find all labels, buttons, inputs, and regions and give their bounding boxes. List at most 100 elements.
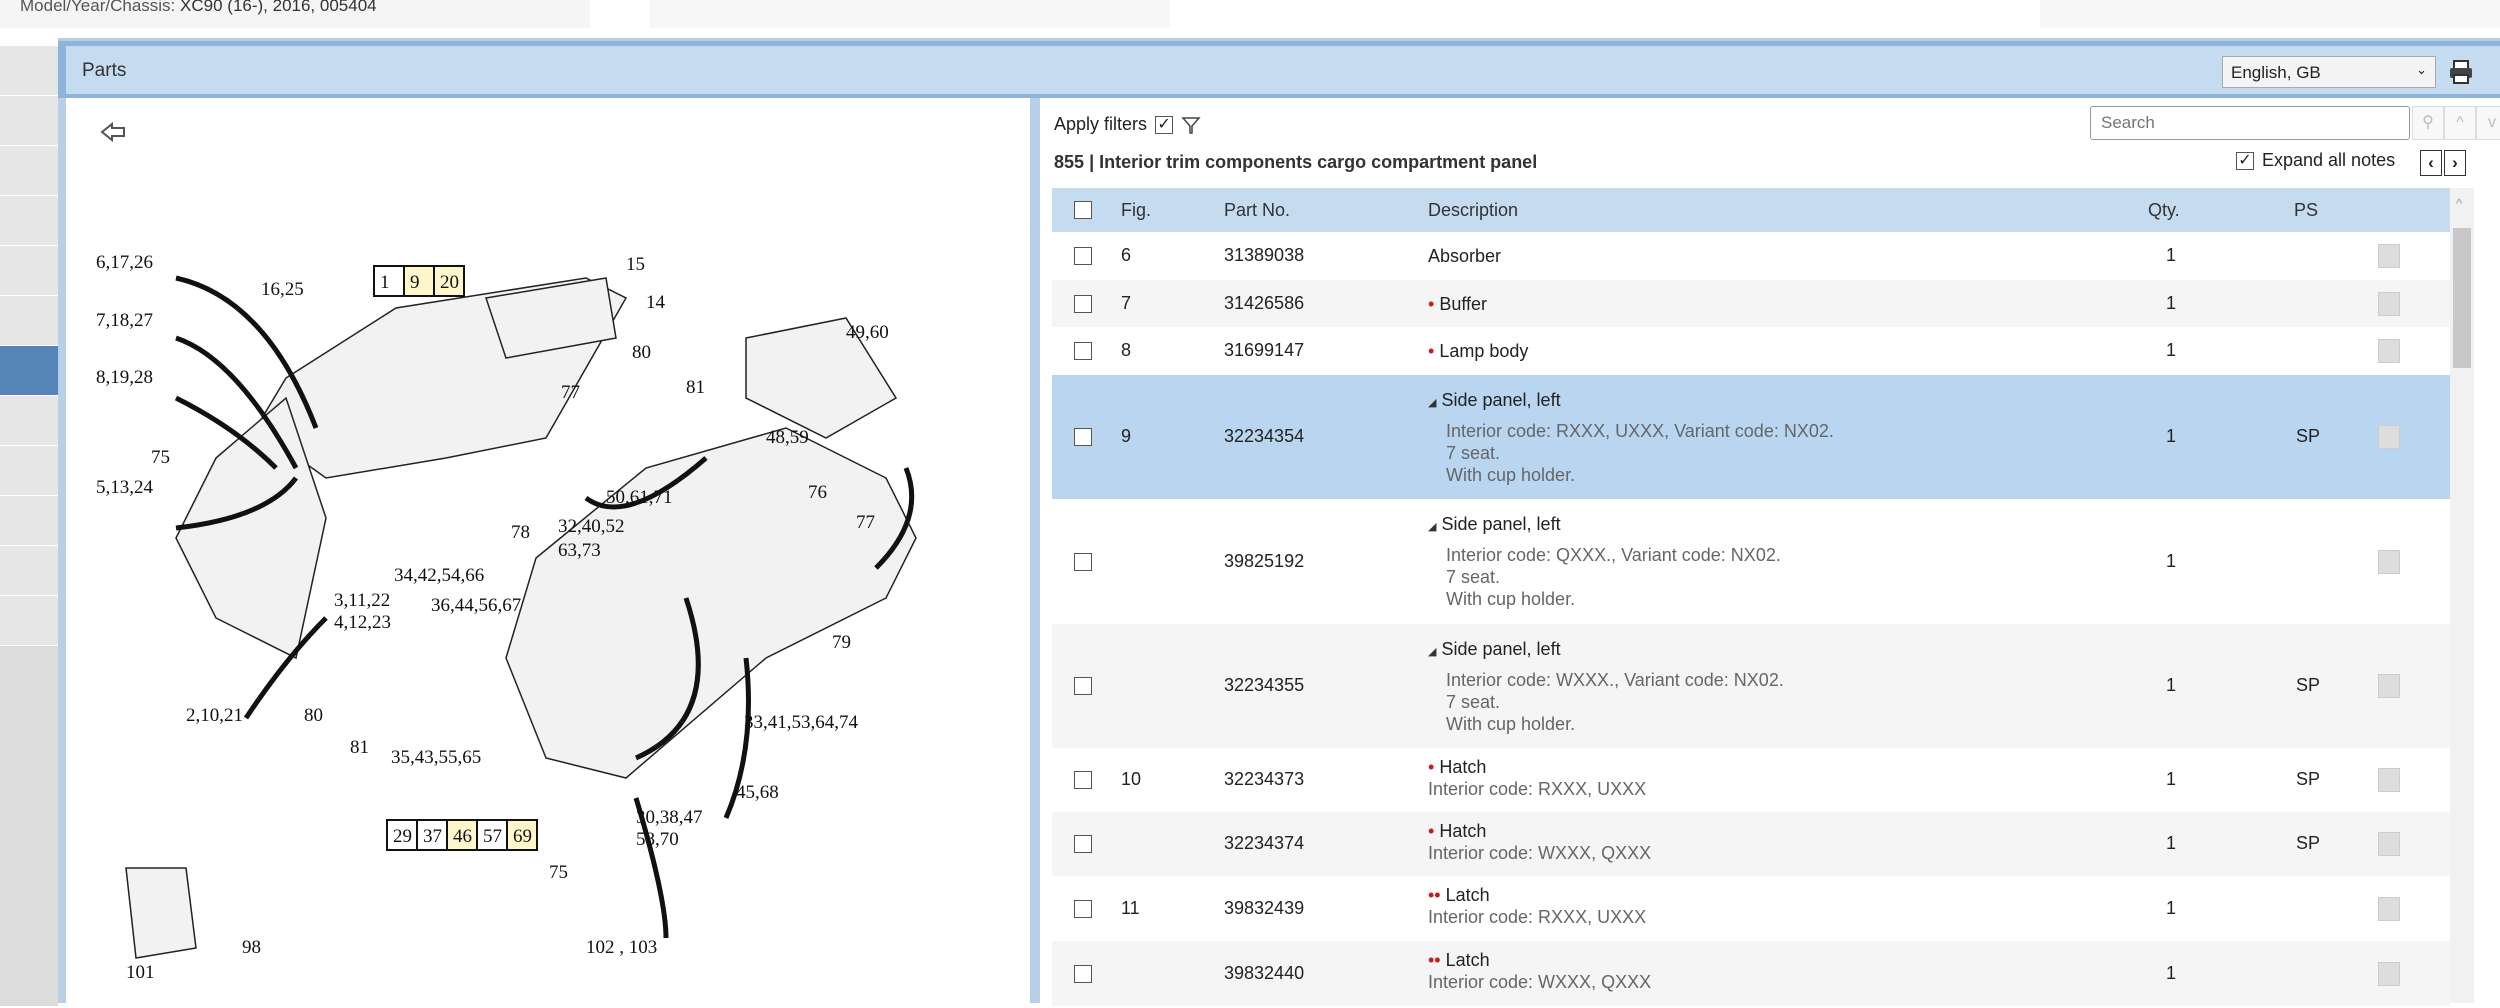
prev-button[interactable]: ‹ — [2420, 150, 2442, 176]
nav-item[interactable] — [0, 46, 58, 96]
callout-label[interactable]: 81 — [350, 737, 369, 758]
part-number[interactable]: 32234374 — [1224, 833, 1304, 854]
col-fig[interactable]: Fig. — [1121, 200, 1151, 221]
parts-diagram[interactable]: 6,17,26 16,25 15 14 7,18,27 8,19,28 75 5,13,24 7… — [66, 98, 1030, 1003]
callout-label[interactable]: 63,73 — [558, 540, 601, 561]
callout-label[interactable]: 76 — [808, 482, 827, 503]
callout-box-label[interactable]: 1 — [380, 272, 390, 293]
callout-label[interactable]: 77 — [561, 382, 580, 403]
part-number[interactable]: 39832440 — [1224, 963, 1304, 984]
row-checkbox[interactable] — [1074, 771, 1092, 789]
callout-label[interactable]: 45,68 — [736, 782, 779, 803]
language-select[interactable]: English, GB ⌄ — [2222, 56, 2436, 88]
apply-filters-checkbox[interactable]: ✓ — [1155, 115, 1174, 134]
nav-item-selected[interactable] — [0, 346, 58, 396]
nav-item[interactable] — [0, 496, 58, 546]
table-row[interactable]: 32234374 • Hatch Interior code: WXXX, QX… — [1052, 812, 2450, 876]
print-icon[interactable] — [2447, 58, 2475, 86]
callout-label[interactable]: 5,13,24 — [96, 477, 154, 498]
note-icon[interactable] — [2378, 244, 2400, 268]
note-icon[interactable] — [2378, 291, 2400, 316]
left-splitter[interactable] — [58, 98, 66, 1003]
table-row[interactable]: 10 32234373 • Hatch Interior code: RXXX,… — [1052, 748, 2450, 812]
callout-label[interactable]: 14 — [646, 292, 666, 313]
callout-box-label[interactable]: 46 — [453, 826, 472, 847]
callout-label[interactable]: 15 — [626, 254, 645, 275]
next-button[interactable]: › — [2444, 150, 2466, 176]
callout-label[interactable]: 48,59 — [766, 427, 809, 448]
callout-label[interactable]: 77 — [856, 512, 875, 533]
table-row[interactable]: 39832440 •• Latch Interior code: WXXX, Q… — [1052, 941, 2450, 1006]
table-row[interactable]: 11 39832439 •• Latch Interior code: RXXX… — [1052, 876, 2450, 941]
row-checkbox[interactable] — [1074, 294, 1092, 313]
part-number[interactable]: 32234354 — [1224, 426, 1304, 447]
callout-label[interactable]: 80 — [632, 342, 651, 363]
callout-label[interactable]: 49,60 — [846, 322, 889, 343]
part-number[interactable]: 39825192 — [1224, 551, 1304, 572]
table-scrollbar[interactable]: ^ — [2450, 188, 2474, 1003]
callout-label[interactable]: 102 , 103 — [586, 937, 657, 958]
note-icon[interactable] — [2378, 674, 2400, 698]
note-icon[interactable] — [2378, 768, 2400, 792]
col-qty[interactable]: Qty. — [2148, 200, 2180, 221]
callout-label[interactable]: 35,43,55,65 — [391, 747, 481, 768]
callout-box-label[interactable]: 29 — [393, 826, 412, 847]
row-checkbox[interactable] — [1074, 964, 1092, 983]
callout-label[interactable]: 34,42,54,66 — [394, 565, 484, 586]
table-row[interactable]: 6 31389038 Absorber 1 — [1052, 232, 2450, 280]
note-icon[interactable] — [2378, 549, 2400, 574]
row-checkbox[interactable] — [1074, 428, 1092, 446]
callout-label[interactable]: 78 — [511, 522, 530, 543]
note-icon[interactable] — [2378, 896, 2400, 921]
callout-label[interactable]: 75 — [151, 447, 170, 468]
table-row[interactable]: 32234355 ◢ Side panel, left Interior cod… — [1052, 624, 2450, 748]
row-checkbox[interactable] — [1074, 247, 1092, 265]
search-input[interactable] — [2090, 106, 2410, 140]
callout-box-label[interactable]: 9 — [410, 272, 420, 293]
callout-box-label[interactable]: 57 — [483, 826, 502, 847]
nav-item[interactable] — [0, 546, 58, 596]
callout-label[interactable]: 33,41,53,64,74 — [744, 712, 859, 733]
select-all-checkbox[interactable] — [1074, 201, 1092, 219]
table-row[interactable]: 8 31699147 • Lamp body 1 — [1052, 327, 2450, 375]
part-number[interactable]: 32234373 — [1224, 769, 1304, 790]
nav-item[interactable] — [0, 596, 58, 646]
scrollbar-thumb[interactable] — [2453, 228, 2471, 368]
row-checkbox[interactable] — [1074, 899, 1092, 918]
nav-item[interactable] — [0, 196, 58, 246]
part-number[interactable]: 39832439 — [1224, 898, 1304, 919]
callout-label[interactable]: 81 — [686, 377, 705, 398]
nav-item[interactable] — [0, 96, 58, 146]
table-row[interactable]: 39825192 ◢ Side panel, left Interior cod… — [1052, 499, 2450, 624]
row-checkbox[interactable] — [1074, 342, 1092, 360]
part-number[interactable]: 32234355 — [1224, 675, 1304, 696]
filter-icon[interactable] — [1181, 115, 1201, 135]
col-description[interactable]: Description — [1428, 200, 1518, 221]
scroll-up-icon[interactable]: ^ — [2456, 196, 2462, 211]
callout-box-label[interactable]: 69 — [513, 826, 532, 847]
callout-box-label[interactable]: 20 — [440, 272, 459, 293]
callout-label[interactable]: 16,25 — [261, 279, 304, 300]
table-row[interactable]: 7 31426586 • Buffer 1 — [1052, 280, 2450, 327]
callout-label[interactable]: 32,40,52 — [558, 516, 625, 537]
note-icon[interactable] — [2378, 832, 2400, 856]
callout-label[interactable]: 79 — [832, 632, 851, 653]
note-icon[interactable] — [2378, 339, 2400, 363]
callout-label[interactable]: 58,70 — [636, 829, 679, 850]
part-number[interactable]: 31699147 — [1224, 340, 1304, 361]
note-icon[interactable] — [2378, 425, 2400, 449]
expand-notes-checkbox[interactable]: ✓ — [2236, 151, 2254, 170]
callout-label[interactable]: 80 — [304, 705, 323, 726]
row-checkbox[interactable] — [1074, 835, 1092, 853]
back-arrow-icon[interactable] — [100, 121, 125, 143]
note-icon[interactable] — [2378, 961, 2400, 986]
search-prev-button[interactable]: ^ — [2444, 106, 2476, 140]
search-next-button[interactable]: v — [2476, 106, 2500, 140]
row-checkbox[interactable] — [1074, 677, 1092, 695]
row-checkbox[interactable] — [1074, 552, 1092, 571]
part-number[interactable]: 31389038 — [1224, 245, 1304, 266]
nav-item[interactable] — [0, 396, 58, 446]
callout-label[interactable]: 98 — [242, 937, 261, 958]
callout-label[interactable]: 75 — [549, 862, 568, 883]
callout-label[interactable]: 101 — [126, 962, 155, 983]
